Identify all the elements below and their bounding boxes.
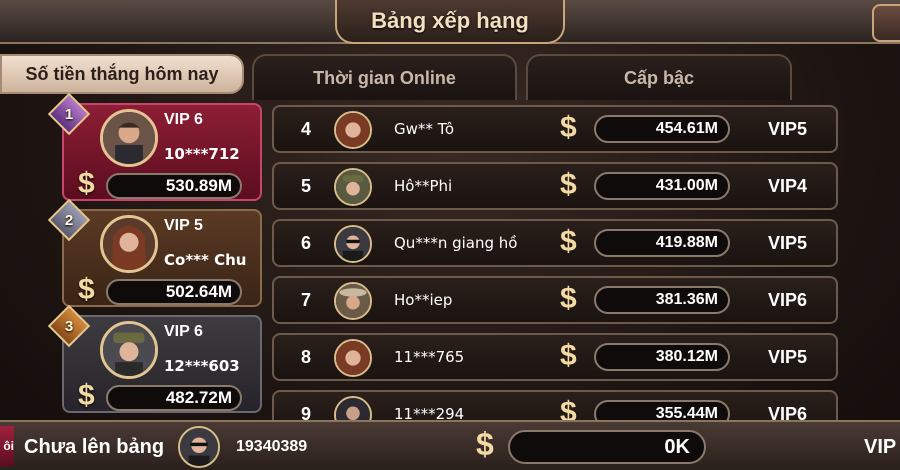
vip-level: VIP 6 bbox=[164, 111, 203, 128]
vip-level: VIP6 bbox=[768, 289, 808, 310]
tab-level[interactable]: Cấp bậc bbox=[526, 54, 792, 100]
avatar bbox=[100, 321, 158, 379]
avatar bbox=[334, 225, 372, 263]
winnings-amount: 431.00M bbox=[594, 172, 730, 200]
player-name: 12***603 bbox=[164, 357, 240, 375]
side-tag[interactable]: ôi bbox=[0, 426, 14, 466]
dollar-icon: $ bbox=[78, 167, 95, 200]
top-player-card-1[interactable]: 1 VIP 6 10***712 $ 530.89M bbox=[47, 92, 262, 201]
player-name: Hô**Phi bbox=[394, 177, 453, 195]
player-name: Gw** Tô bbox=[394, 120, 455, 138]
leaderboard-row[interactable]: 7 Ho**iep $ 381.36M VIP6 bbox=[272, 276, 838, 324]
winnings-amount: 454.61M bbox=[594, 115, 730, 143]
dollar-icon: $ bbox=[560, 111, 577, 144]
dollar-icon: $ bbox=[560, 282, 577, 315]
dollar-icon: $ bbox=[78, 273, 95, 306]
dollar-icon: $ bbox=[560, 225, 577, 258]
dollar-icon: $ bbox=[560, 339, 577, 372]
dollar-icon: $ bbox=[476, 426, 494, 462]
title-bar: Bảng xếp hạng bbox=[0, 0, 900, 44]
rank-number: 2 bbox=[64, 211, 74, 229]
winnings-amount: 482.72M bbox=[106, 385, 242, 411]
winnings-amount: 419.88M bbox=[594, 229, 730, 257]
vip-level: VIP bbox=[864, 435, 897, 458]
avatar bbox=[334, 111, 372, 149]
rank-number: 4 bbox=[300, 118, 311, 139]
dollar-icon: $ bbox=[78, 379, 95, 412]
close-button[interactable] bbox=[872, 4, 900, 42]
leaderboard-row[interactable]: 5 Hô**Phi $ 431.00M VIP4 bbox=[272, 162, 838, 210]
winnings-amount: 0K bbox=[508, 430, 706, 464]
leaderboard-row[interactable]: 4 Gw** Tô $ 454.61M VIP5 bbox=[272, 105, 838, 153]
vip-level: VIP4 bbox=[768, 175, 808, 196]
avatar bbox=[334, 168, 372, 206]
vip-level: VIP5 bbox=[768, 232, 808, 253]
page-title: Bảng xếp hạng bbox=[335, 0, 565, 44]
player-name: 10***712 bbox=[164, 145, 240, 163]
winnings-amount: 381.36M bbox=[594, 286, 730, 314]
vip-level: VIP 5 bbox=[164, 217, 203, 234]
vip-level: VIP5 bbox=[768, 118, 808, 139]
leaderboard-row[interactable]: 6 Qu***n giang hồ $ 419.88M VIP5 bbox=[272, 219, 838, 267]
avatar bbox=[100, 109, 158, 167]
vip-level: VIP5 bbox=[768, 346, 808, 367]
avatar bbox=[334, 339, 372, 377]
not-ranked-label: Chưa lên bảng bbox=[24, 435, 165, 458]
tab-today-winnings[interactable]: Số tiền thắng hôm nay bbox=[0, 54, 244, 94]
rank-number: 3 bbox=[64, 317, 74, 335]
avatar bbox=[178, 426, 220, 468]
player-name: Ho**iep bbox=[394, 291, 453, 309]
player-name: Qu***n giang hồ bbox=[394, 234, 518, 252]
avatar bbox=[334, 282, 372, 320]
vip-level: VIP 6 bbox=[164, 323, 203, 340]
rank-number: 5 bbox=[300, 175, 311, 196]
leaderboard-row[interactable]: 8 11***765 $ 380.12M VIP5 bbox=[272, 333, 838, 381]
rank-number: 1 bbox=[64, 105, 74, 123]
winnings-amount: 502.64M bbox=[106, 279, 242, 305]
rank-number: 6 bbox=[300, 232, 311, 253]
player-id: 19340389 bbox=[236, 438, 308, 455]
winnings-amount: 530.89M bbox=[106, 173, 242, 199]
player-name: 11***765 bbox=[394, 348, 465, 366]
rank-number: 8 bbox=[300, 346, 311, 367]
rank-number: 7 bbox=[300, 289, 311, 310]
avatar bbox=[100, 215, 158, 273]
winnings-amount: 380.12M bbox=[594, 343, 730, 371]
dollar-icon: $ bbox=[560, 168, 577, 201]
player-name: Co*** Chu bbox=[164, 251, 247, 269]
top-player-card-3[interactable]: 3 VIP 6 12***603 $ 482.72M bbox=[47, 304, 262, 413]
tab-online-time[interactable]: Thời gian Online bbox=[252, 54, 517, 100]
top-player-card-2[interactable]: 2 VIP 5 Co*** Chu $ 502.64M bbox=[47, 198, 262, 307]
current-player-bar: ôi Chưa lên bảng 19340389 $ 0K VIP bbox=[0, 420, 900, 470]
